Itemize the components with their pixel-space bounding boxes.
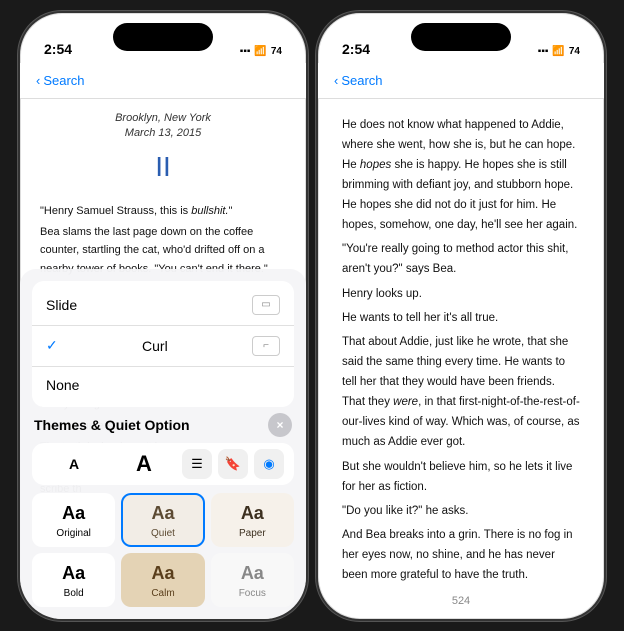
status-icons-left: ▪▪▪ 📶 74 bbox=[240, 46, 282, 57]
time-left: 2:54 bbox=[44, 41, 72, 57]
theme-card-quiet[interactable]: Aa Quiet bbox=[121, 493, 204, 547]
book-location: Brooklyn, New YorkMarch 13, 2015 bbox=[40, 111, 286, 142]
eye-icon[interactable]: ◉ bbox=[254, 449, 284, 479]
theme-label-original: Original bbox=[56, 528, 90, 539]
bookmark-icon[interactable]: 🔖 bbox=[218, 449, 248, 479]
themes-title: Themes & Quiet Option bbox=[34, 417, 190, 433]
chevron-left-icon: ‹ bbox=[36, 73, 40, 88]
format-icon[interactable]: ☰ bbox=[182, 449, 212, 479]
theme-label-focus: Focus bbox=[239, 588, 266, 599]
theme-aa-calm: Aa bbox=[151, 563, 174, 584]
chevron-left-icon-right: ‹ bbox=[334, 73, 338, 88]
back-label-left: Search bbox=[43, 73, 84, 88]
font-size-small[interactable]: A bbox=[42, 456, 106, 472]
none-label: None bbox=[46, 377, 79, 393]
page-number: 524 bbox=[452, 595, 470, 607]
status-icons-right: ▪▪▪ 📶 74 bbox=[538, 46, 580, 57]
theme-aa-quiet: Aa bbox=[151, 503, 174, 524]
theme-aa-original: Aa bbox=[62, 503, 85, 524]
theme-card-calm[interactable]: Aa Calm bbox=[121, 553, 204, 607]
signal-icon-right: ▪▪▪ bbox=[538, 46, 549, 57]
check-icon: ✓ bbox=[46, 337, 58, 354]
dynamic-island bbox=[113, 23, 213, 51]
right-phone: 2:54 ▪▪▪ 📶 74 ‹ Search He does not know … bbox=[316, 11, 606, 621]
left-phone: 2:54 ▪▪▪ 📶 74 ‹ Search Brooklyn, New Yor… bbox=[18, 11, 308, 621]
theme-label-quiet: Quiet bbox=[151, 528, 175, 539]
dynamic-island-right bbox=[411, 23, 511, 51]
theme-card-original[interactable]: Aa Original bbox=[32, 493, 115, 547]
curl-icon: ⌐ bbox=[252, 336, 280, 356]
themes-header: Themes & Quiet Option × bbox=[32, 413, 294, 437]
battery-left: 74 bbox=[271, 46, 282, 57]
time-right: 2:54 bbox=[342, 41, 370, 57]
theme-aa-bold: Aa bbox=[62, 563, 85, 584]
theme-aa-paper: Aa bbox=[241, 503, 264, 524]
theme-label-paper: Paper bbox=[239, 528, 266, 539]
slide-icon: ▭ bbox=[252, 295, 280, 315]
wifi-icon-left: 📶 bbox=[254, 46, 266, 57]
nav-bar-right: ‹ Search bbox=[318, 63, 604, 99]
book-header: Brooklyn, New YorkMarch 13, 2015 II bbox=[40, 111, 286, 191]
theme-card-paper[interactable]: Aa Paper bbox=[211, 493, 294, 547]
slide-option-curl[interactable]: ✓ Curl ⌐ bbox=[32, 326, 294, 367]
close-button[interactable]: × bbox=[268, 413, 292, 437]
wifi-icon-right: 📶 bbox=[552, 46, 564, 57]
back-button-right[interactable]: ‹ Search bbox=[334, 73, 383, 88]
signal-icon-left: ▪▪▪ bbox=[240, 46, 251, 57]
nav-bar-left: ‹ Search bbox=[20, 63, 306, 99]
font-controls-row: A A ☰ 🔖 ◉ bbox=[32, 443, 294, 485]
slide-option-none[interactable]: None bbox=[32, 367, 294, 403]
slide-options-menu: Slide ▭ ✓ Curl ⌐ None bbox=[32, 281, 294, 407]
theme-card-bold[interactable]: Aa Bold bbox=[32, 553, 115, 607]
theme-card-focus[interactable]: Aa Focus bbox=[211, 553, 294, 607]
chapter-number: II bbox=[40, 145, 286, 190]
back-label-right: Search bbox=[341, 73, 382, 88]
slide-option-slide[interactable]: Slide ▭ bbox=[32, 285, 294, 326]
theme-grid: Aa Original Aa Quiet Aa Paper Aa Bold Aa bbox=[32, 493, 294, 607]
theme-label-bold: Bold bbox=[64, 588, 84, 599]
theme-label-calm: Calm bbox=[151, 588, 174, 599]
back-button-left[interactable]: ‹ Search bbox=[36, 73, 85, 88]
font-size-large[interactable]: A bbox=[112, 451, 176, 477]
right-book-content: He does not know what happened to Addie,… bbox=[318, 99, 604, 589]
curl-label: Curl bbox=[142, 338, 168, 354]
slide-label: Slide bbox=[46, 297, 77, 313]
battery-right: 74 bbox=[569, 46, 580, 57]
bottom-panel: Slide ▭ ✓ Curl ⌐ None Themes bbox=[20, 269, 306, 619]
theme-aa-focus: Aa bbox=[241, 563, 264, 584]
